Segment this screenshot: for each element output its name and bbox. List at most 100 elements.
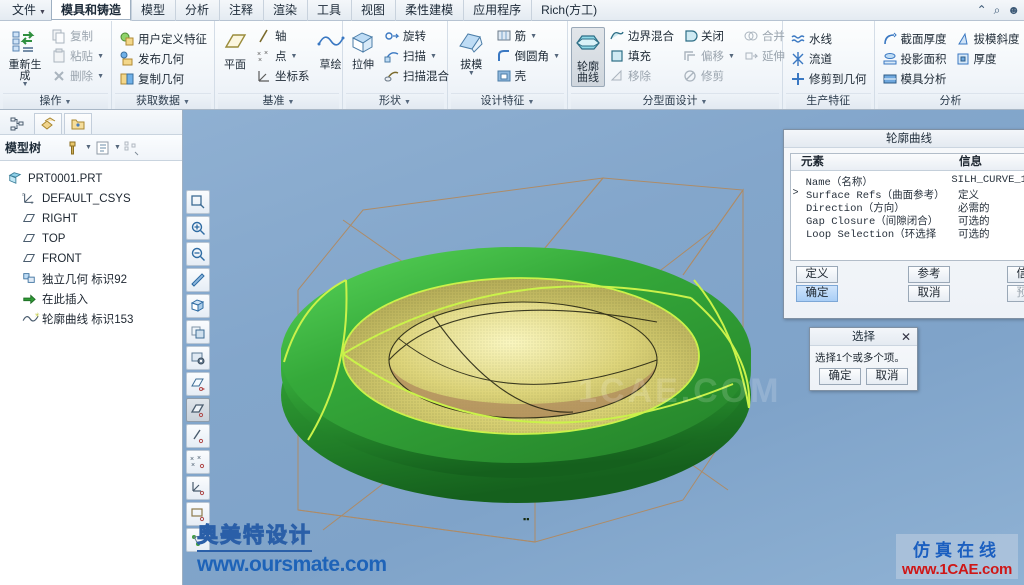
axis-display-icon[interactable]	[186, 424, 210, 448]
tree-item-insert-here[interactable]: 在此插入	[6, 289, 182, 309]
thickness-button[interactable]: 厚度	[951, 49, 1024, 69]
fill-button[interactable]: 填充	[605, 46, 678, 66]
tree-item-part[interactable]: PRT0001.PRT	[6, 169, 182, 189]
help-icon[interactable]: ☻	[1007, 1, 1020, 19]
ribbon-group-label-parting-surface[interactable]: 分型面设计 ▼	[571, 93, 779, 109]
zoom-in-icon[interactable]	[186, 216, 210, 240]
cancel-button[interactable]: 取消	[908, 285, 950, 302]
preview-button[interactable]: 预览	[1007, 285, 1024, 302]
ribbon-group-label-get-data[interactable]: 获取数据 ▼	[115, 93, 211, 109]
tree-item-silhouette-curve[interactable]: ✳ 轮廓曲线 标识153	[6, 309, 182, 329]
section-thickness-button[interactable]: 截面厚度	[878, 29, 951, 49]
point-display-icon[interactable]: × × ×	[186, 450, 210, 474]
copy-button[interactable]: 复制	[47, 26, 108, 46]
projected-area-button[interactable]: 投影面积	[878, 49, 951, 69]
draft-button[interactable]: 拔模 ▼	[451, 25, 492, 80]
tree-item-top[interactable]: TOP	[6, 229, 182, 249]
tab-annotate[interactable]: 注释	[219, 0, 263, 21]
table-row[interactable]: Name（名称） SILH_CURVE_1	[791, 174, 1024, 189]
search-icon[interactable]: ⌕	[994, 1, 1001, 19]
extend-button[interactable]: 延伸	[739, 46, 789, 66]
tab-mold-casting[interactable]: 模具和铸造	[50, 0, 131, 21]
tree-item-default-csys[interactable]: zx DEFAULT_CSYS	[6, 189, 182, 209]
perspective-view-icon[interactable]	[186, 346, 210, 370]
select-cancel-button[interactable]: 取消	[866, 368, 908, 385]
remove-button[interactable]: 移除	[605, 66, 678, 86]
udf-button[interactable]: 用户定义特征	[115, 29, 211, 49]
chevron-up-icon[interactable]: ⌃	[977, 1, 987, 19]
shell-button[interactable]: 壳	[492, 66, 564, 86]
tab-rich[interactable]: Rich(方工)	[531, 0, 607, 21]
chevron-down-icon[interactable]: ▼	[114, 144, 121, 151]
boundary-blend-button[interactable]: 边界混合	[605, 26, 678, 46]
revolve-button[interactable]: 旋转	[380, 26, 453, 46]
regenerate-button[interactable]: 重新生成 ▼	[3, 25, 47, 91]
table-row[interactable]: Direction（方向） 必需的	[791, 200, 1024, 215]
layers-icon[interactable]	[34, 113, 62, 134]
confirm-button[interactable]: 确定	[796, 285, 838, 302]
paste-button[interactable]: 粘贴 ▼	[47, 46, 108, 66]
folder-icon[interactable]	[64, 113, 92, 134]
settings-list-icon[interactable]	[95, 140, 111, 156]
datum-plane-display-icon[interactable]	[186, 372, 210, 396]
tab-flexible-modeling[interactable]: 柔性建模	[395, 0, 463, 21]
publish-geometry-button[interactable]: 发布几何	[115, 49, 211, 69]
mold-analysis-button[interactable]: 模具分析	[878, 69, 951, 89]
datum-point-button[interactable]: × × × 点 ▼	[252, 46, 314, 66]
tab-render[interactable]: 渲染	[263, 0, 307, 21]
trim-to-geometry-button[interactable]: 修剪到几何	[786, 69, 871, 89]
graphics-viewport[interactable]: ▪▪ 1CAE.COM	[183, 110, 1024, 585]
ribbon-group-label-datum[interactable]: 基准 ▼	[218, 93, 339, 109]
tree-item-independent-geometry[interactable]: 独立几何 标识92	[6, 269, 182, 289]
delete-button[interactable]: 删除 ▼	[47, 66, 108, 86]
trim-button[interactable]: 修剪	[678, 66, 739, 86]
rib-button[interactable]: 筋 ▼	[492, 26, 564, 46]
datum-axis-button[interactable]: 轴	[252, 26, 314, 46]
silhouette-curve-button[interactable]: 轮廓曲线	[571, 27, 605, 87]
elements-table[interactable]: 元素 信息 Name（名称） SILH_CURVE_1 > Surface Re…	[790, 153, 1024, 261]
tree-item-front[interactable]: FRONT	[6, 249, 182, 269]
sweep-button[interactable]: 扫描 ▼	[380, 46, 453, 66]
close-surface-button[interactable]: 关闭	[678, 26, 739, 46]
row-expand-arrow[interactable]: >	[791, 187, 800, 200]
round-button[interactable]: 倒圆角 ▼	[492, 46, 564, 66]
table-row[interactable]: Loop Selection（环选择 可选的	[791, 226, 1024, 241]
select-dialog[interactable]: 选择 ✕ 选择1个或多个项。 确定 取消	[809, 327, 918, 391]
copy-geometry-button[interactable]: 复制几何	[115, 69, 211, 89]
reference-button[interactable]: 参考	[908, 266, 950, 283]
tab-applications[interactable]: 应用程序	[463, 0, 531, 21]
offset-button[interactable]: 偏移 ▼	[678, 46, 739, 66]
extrude-button[interactable]: 拉伸	[346, 25, 380, 74]
datum-plane-button[interactable]: 平面	[218, 25, 252, 74]
tab-tools[interactable]: 工具	[307, 0, 351, 21]
info-button[interactable]: 信息	[1007, 266, 1024, 283]
close-icon[interactable]: ✕	[901, 328, 911, 346]
repaint-icon[interactable]	[186, 268, 210, 292]
zoom-out-icon[interactable]	[186, 242, 210, 266]
tree-item-right[interactable]: RIGHT	[6, 209, 182, 229]
coordinate-system-button[interactable]: 坐标系	[252, 66, 314, 86]
tab-file[interactable]: 文件 ▼	[2, 0, 51, 21]
swept-blend-button[interactable]: 扫描混合	[380, 66, 453, 86]
draft-check-button[interactable]: 拔模斜度	[951, 29, 1024, 49]
csys-display-icon[interactable]	[186, 476, 210, 500]
waterline-button[interactable]: 水线	[786, 29, 871, 49]
saved-view-icon[interactable]	[186, 320, 210, 344]
ribbon-group-label-engineering[interactable]: 设计特征 ▼	[451, 93, 564, 109]
display-style-icon[interactable]	[186, 294, 210, 318]
tab-analysis[interactable]: 分析	[174, 0, 219, 21]
select-ok-button[interactable]: 确定	[819, 368, 861, 385]
zoom-fit-icon[interactable]	[186, 190, 210, 214]
model-tree-icon[interactable]	[4, 113, 32, 134]
tree-columns-icon[interactable]	[124, 140, 140, 156]
silhouette-curve-dialog[interactable]: 轮廓曲线 元素 信息 Name（名称） SILH_CURVE_1 > Surfa…	[783, 129, 1024, 319]
tab-model[interactable]: 模型	[130, 0, 175, 21]
datum-plane-toggle-icon[interactable]	[186, 398, 210, 422]
merge-button[interactable]: 合并	[739, 26, 789, 46]
chevron-down-icon[interactable]: ▼	[85, 144, 92, 151]
table-row[interactable]: Gap Closure（间隙闭合） 可选的	[791, 213, 1024, 228]
define-button[interactable]: 定义	[796, 266, 838, 283]
table-row[interactable]: > Surface Refs（曲面参考） 定义	[791, 187, 1024, 202]
tab-view[interactable]: 视图	[351, 0, 395, 21]
ribbon-group-label-shapes[interactable]: 形状 ▼	[346, 93, 444, 109]
